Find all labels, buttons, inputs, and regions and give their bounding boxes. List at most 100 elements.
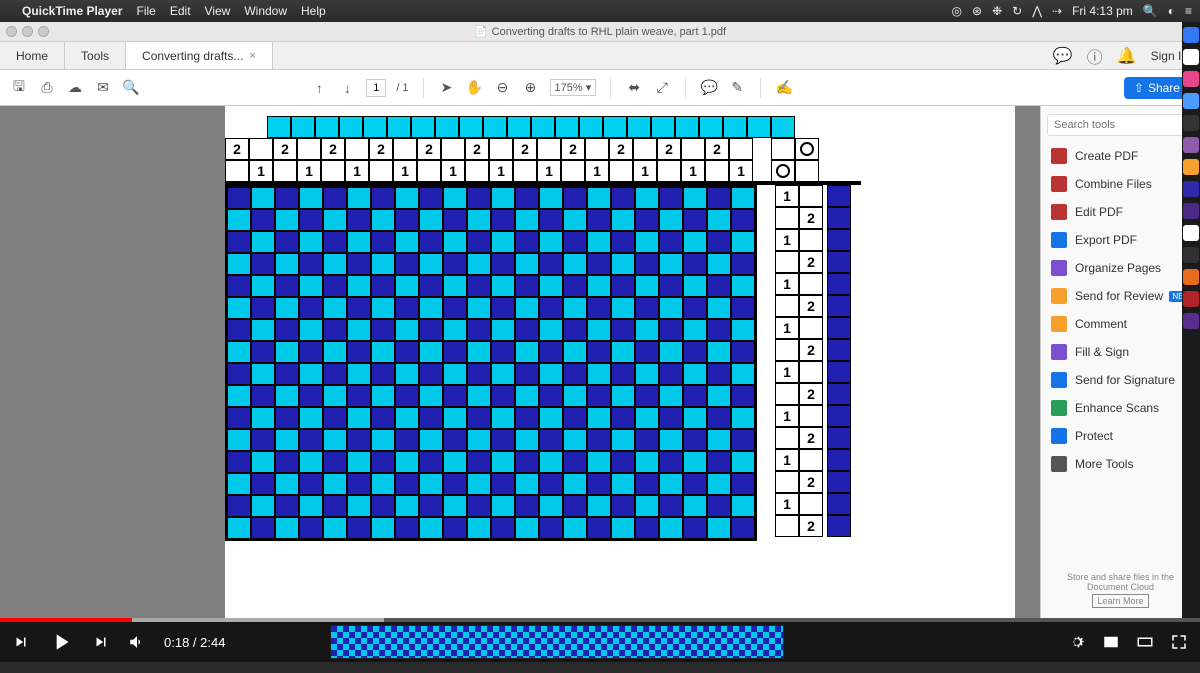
- miniplayer-icon[interactable]: [1102, 633, 1120, 651]
- siri-icon[interactable]: ◐: [1168, 4, 1175, 18]
- menu-help[interactable]: Help: [301, 4, 326, 18]
- tool-combine-files[interactable]: Combine Files: [1041, 170, 1200, 198]
- mac-dock: [1182, 22, 1200, 618]
- list-icon[interactable]: ≡: [1185, 4, 1192, 18]
- dock-bridge-icon[interactable]: [1183, 159, 1199, 175]
- comment-icon[interactable]: 💬: [700, 79, 718, 97]
- close-dot[interactable]: [6, 26, 17, 37]
- dock-appstore-icon[interactable]: [1183, 93, 1199, 109]
- tab-tools[interactable]: Tools: [65, 42, 126, 69]
- tool-edit-pdf[interactable]: Edit PDF: [1041, 198, 1200, 226]
- document-tabs: Home Tools Converting drafts... × 💬 ⓘ 🔔 …: [0, 42, 1200, 70]
- tool-comment[interactable]: Comment: [1041, 310, 1200, 338]
- learn-more-button[interactable]: Learn More: [1092, 594, 1148, 608]
- dock-photoshop-icon[interactable]: [1183, 181, 1199, 197]
- app-name[interactable]: QuickTime Player: [22, 4, 123, 18]
- tool-enhance-scans[interactable]: Enhance Scans: [1041, 394, 1200, 422]
- theater-icon[interactable]: [1136, 633, 1154, 651]
- toolbar: 🖫 ⎙ ☁ ✉ 🔍 ↑ ↓ / 1 ➤ ✋ ⊖ ⊕ 175% ▾ ⬌ ⤢ 💬 ✎…: [0, 70, 1200, 106]
- tab-close-icon[interactable]: ×: [249, 50, 255, 62]
- cloud-icon[interactable]: ☁: [66, 79, 84, 97]
- prev-icon[interactable]: [12, 633, 30, 651]
- tool-organize-pages[interactable]: Organize Pages: [1041, 254, 1200, 282]
- menu-edit[interactable]: Edit: [170, 4, 191, 18]
- dock-vlc-icon[interactable]: [1183, 269, 1199, 285]
- tab-home[interactable]: Home: [0, 42, 65, 69]
- tool-icon: [1051, 400, 1067, 416]
- drawdown-grid: [225, 185, 757, 541]
- tool-fill-&-sign[interactable]: Fill & Sign: [1041, 338, 1200, 366]
- video-time: 0:18 / 2:44: [164, 635, 225, 650]
- tool-protect[interactable]: Protect: [1041, 422, 1200, 450]
- tool-icon: [1051, 428, 1067, 444]
- document-canvas[interactable]: /*placeholder*/ 22222222222 11111111111 …: [0, 106, 1040, 618]
- tool-more-tools[interactable]: More Tools: [1041, 450, 1200, 478]
- tool-icon: [1051, 260, 1067, 276]
- max-dot[interactable]: [38, 26, 49, 37]
- search-tools-input[interactable]: [1047, 114, 1194, 136]
- tool-export-pdf[interactable]: Export PDF: [1041, 226, 1200, 254]
- play-icon[interactable]: [48, 629, 74, 655]
- tool-label: Comment: [1075, 317, 1127, 331]
- tool-icon: [1051, 232, 1067, 248]
- tool-send-for-signature[interactable]: Send for Signature: [1041, 366, 1200, 394]
- dock-icon[interactable]: [1183, 115, 1199, 131]
- fullscreen-icon[interactable]: [1170, 633, 1188, 651]
- dock-itunes-icon[interactable]: [1183, 71, 1199, 87]
- volume-icon[interactable]: [128, 633, 146, 651]
- search-icon[interactable]: 🔍: [122, 79, 140, 97]
- tool-icon: [1051, 372, 1067, 388]
- min-dot[interactable]: [22, 26, 33, 37]
- pointer-icon[interactable]: ➤: [438, 79, 456, 97]
- help-icon[interactable]: ⓘ: [1087, 44, 1103, 68]
- fit-width-icon[interactable]: ⬌: [625, 79, 643, 97]
- save-icon[interactable]: 🖫: [10, 79, 28, 97]
- tool-label: Organize Pages: [1075, 261, 1161, 275]
- dock-icon[interactable]: [1183, 247, 1199, 263]
- tool-create-pdf[interactable]: Create PDF: [1041, 142, 1200, 170]
- tool-send-for-review[interactable]: Send for ReviewNEW: [1041, 282, 1200, 310]
- cloud-promo: Store and share files in the Document Cl…: [1041, 568, 1200, 612]
- page-up-icon[interactable]: ↑: [310, 79, 328, 97]
- page-number-input[interactable]: [366, 79, 386, 97]
- dock-premiere-icon[interactable]: [1183, 313, 1199, 329]
- spotlight-icon[interactable]: 🔍: [1143, 4, 1158, 18]
- zoom-out-icon[interactable]: ⊖: [494, 79, 512, 97]
- main-area: /*placeholder*/ 22222222222 11111111111 …: [0, 106, 1200, 618]
- dock-icon[interactable]: [1183, 49, 1199, 65]
- settings-icon[interactable]: [1068, 633, 1086, 651]
- sign-icon[interactable]: ✍: [775, 79, 793, 97]
- status-icon: ◎: [952, 4, 962, 18]
- next-icon[interactable]: [92, 633, 110, 651]
- highlight-icon[interactable]: ✎: [728, 79, 746, 97]
- fit-page-icon[interactable]: ⤢: [653, 79, 671, 97]
- page-down-icon[interactable]: ↓: [338, 79, 356, 97]
- print-icon[interactable]: ⎙: [38, 79, 56, 97]
- dock-acrobat-icon[interactable]: [1183, 291, 1199, 307]
- tab-document[interactable]: Converting drafts... ×: [126, 42, 273, 69]
- clock[interactable]: Fri 4:13 pm: [1072, 4, 1133, 18]
- dock-aftereffects-icon[interactable]: [1183, 203, 1199, 219]
- menu-file[interactable]: File: [137, 4, 156, 18]
- tool-label: Send for Review: [1075, 289, 1163, 303]
- chat-icon[interactable]: 💬: [1053, 46, 1073, 66]
- mail-icon[interactable]: ✉: [94, 79, 112, 97]
- bell-icon[interactable]: 🔔: [1117, 46, 1137, 66]
- hand-icon[interactable]: ✋: [466, 79, 484, 97]
- tool-label: Create PDF: [1075, 149, 1138, 163]
- share-button[interactable]: ⇧ Share: [1124, 77, 1190, 99]
- zoom-in-icon[interactable]: ⊕: [522, 79, 540, 97]
- zoom-select[interactable]: 175% ▾: [550, 79, 597, 96]
- wifi-icon: ⇢: [1052, 4, 1062, 18]
- tool-label: Edit PDF: [1075, 205, 1123, 219]
- dock-icon[interactable]: [1183, 225, 1199, 241]
- dock-finder-icon[interactable]: [1183, 27, 1199, 43]
- backup-icon: ↻: [1012, 4, 1022, 18]
- status-icon: ⊛: [972, 4, 982, 18]
- menu-window[interactable]: Window: [244, 4, 287, 18]
- window-title: Converting drafts to RHL plain weave, pa…: [492, 26, 726, 38]
- menu-view[interactable]: View: [205, 4, 231, 18]
- tool-label: Combine Files: [1075, 177, 1152, 191]
- dock-icon[interactable]: [1183, 137, 1199, 153]
- tool-icon: [1051, 204, 1067, 220]
